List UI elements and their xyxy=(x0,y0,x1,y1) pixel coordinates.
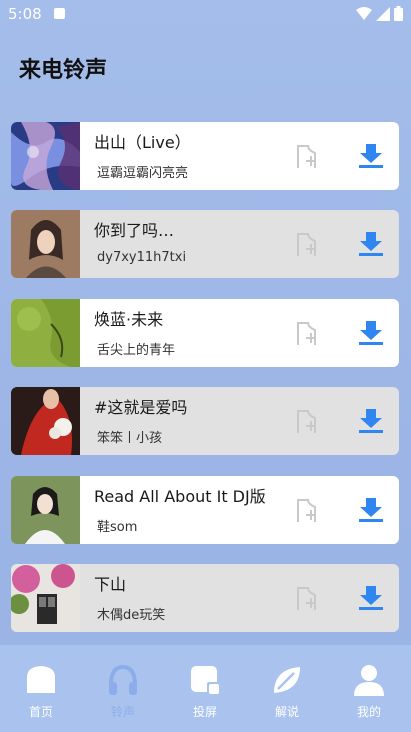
ringtone-row[interactable]: 出山（Live） 逗霸逗霸闪亮亮 xyxy=(11,122,399,190)
nav-label: 我的 xyxy=(356,705,381,719)
song-title: 你到了吗… xyxy=(94,221,175,240)
ringtone-row[interactable]: 焕蓝·未来 舌尖上的青年 xyxy=(11,299,399,367)
download-icon[interactable] xyxy=(357,496,385,524)
song-artist: 鞋som xyxy=(97,520,138,535)
download-icon[interactable] xyxy=(357,407,385,435)
song-title: #这就是爱吗 xyxy=(94,398,188,417)
album-cover xyxy=(11,299,80,367)
ringtone-row[interactable]: #这就是爱吗 笨笨丨小孩 xyxy=(11,387,399,455)
nav-item-home[interactable]: 首页 xyxy=(13,663,69,720)
set-ringtone-icon[interactable] xyxy=(293,230,321,258)
wifi-icon xyxy=(356,6,372,20)
download-icon[interactable] xyxy=(357,230,385,258)
ringtone-row[interactable]: Read All About It DJ版 鞋som xyxy=(11,476,399,544)
set-ringtone-icon[interactable] xyxy=(293,584,321,612)
bottom-navigation: 首页 铃声 投屏 解说 我的 xyxy=(0,645,411,732)
leaf-icon xyxy=(274,667,300,693)
status-bar: 5:08 xyxy=(0,0,411,28)
album-cover xyxy=(11,210,80,278)
status-time: 5:08 xyxy=(8,5,42,23)
nav-item-mine[interactable]: 我的 xyxy=(341,663,397,720)
song-title: Read All About It DJ版 xyxy=(94,487,266,506)
battery-icon xyxy=(394,6,403,21)
song-title: 焕蓝·未来 xyxy=(94,310,164,329)
cast-screen-icon xyxy=(191,666,219,694)
user-icon xyxy=(354,665,384,696)
nav-label: 投屏 xyxy=(192,705,217,719)
download-icon[interactable] xyxy=(357,319,385,347)
set-ringtone-icon[interactable] xyxy=(293,142,321,170)
ringtone-row[interactable]: 你到了吗… dy7xy11h7txi xyxy=(11,210,399,278)
set-ringtone-icon[interactable] xyxy=(293,407,321,435)
set-ringtone-icon[interactable] xyxy=(293,319,321,347)
home-icon xyxy=(27,666,55,693)
nav-item-cast[interactable]: 投屏 xyxy=(177,663,233,720)
nav-label: 铃声 xyxy=(110,705,135,719)
song-artist: 木偶de玩笑 xyxy=(97,608,166,623)
album-cover xyxy=(11,387,80,455)
album-cover xyxy=(11,476,80,544)
album-cover xyxy=(11,122,80,190)
nav-item-commentary[interactable]: 解说 xyxy=(259,663,315,720)
status-indicators xyxy=(356,6,403,21)
album-cover xyxy=(11,564,80,632)
download-icon[interactable] xyxy=(357,584,385,612)
nav-item-ringtone[interactable]: 铃声 xyxy=(95,663,151,720)
page-title: 来电铃声 xyxy=(19,58,108,83)
signal-icon xyxy=(376,6,390,21)
set-ringtone-icon[interactable] xyxy=(293,496,321,524)
headphones-icon xyxy=(109,664,137,695)
nav-label: 解说 xyxy=(274,705,299,719)
song-artist: 笨笨丨小孩 xyxy=(97,431,163,446)
song-artist: 舌尖上的青年 xyxy=(97,343,176,358)
song-artist: dy7xy11h7txi xyxy=(97,250,187,265)
song-title: 出山（Live） xyxy=(94,133,191,152)
notification-app-icon xyxy=(54,8,65,19)
nav-label: 首页 xyxy=(28,705,53,719)
song-title: 下山 xyxy=(94,575,127,594)
song-artist: 逗霸逗霸闪亮亮 xyxy=(97,166,189,181)
download-icon[interactable] xyxy=(357,142,385,170)
ringtone-row[interactable]: 下山 木偶de玩笑 xyxy=(11,564,399,632)
